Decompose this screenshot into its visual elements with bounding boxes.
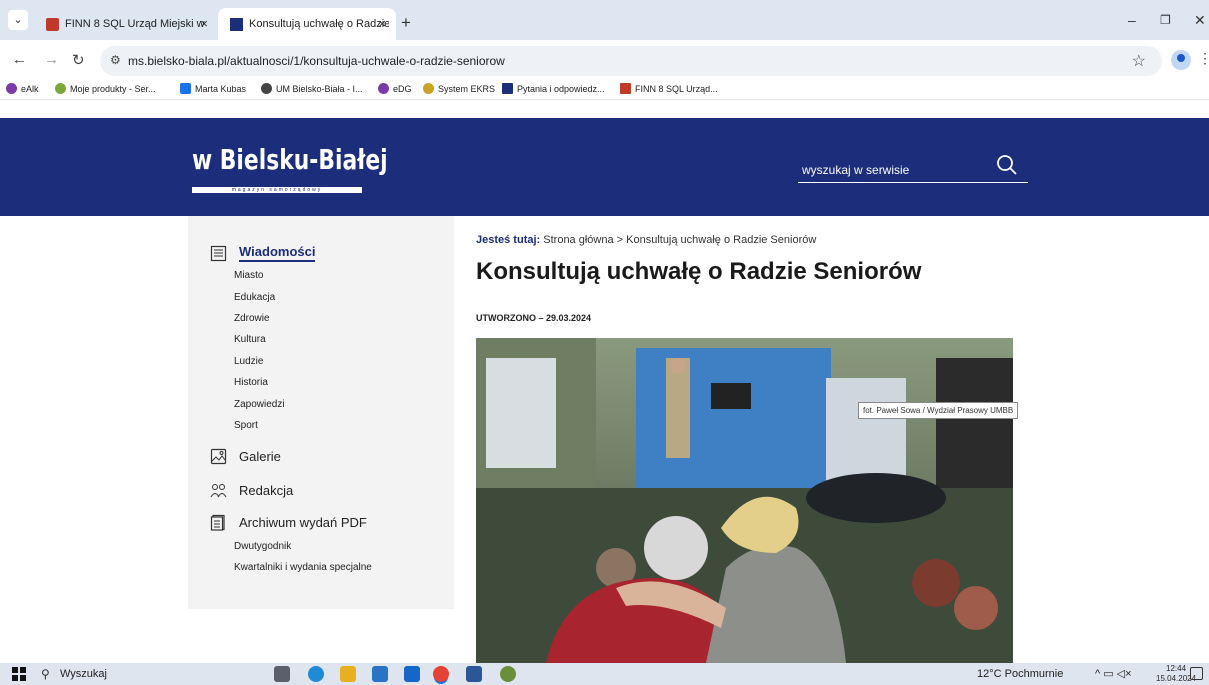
more-menu-icon[interactable]: ⋮	[1198, 50, 1209, 67]
people-icon	[210, 484, 227, 498]
sidebar-item-label: Archiwum wydań PDF	[239, 515, 367, 530]
restore-button[interactable]: ❐	[1160, 13, 1171, 27]
site-logo[interactable]: w Bielsku-Białej	[192, 143, 388, 176]
address-bar-row: ← → ↻ ⚙ ms.bielsko-biala.pl/aktualnosci/…	[0, 40, 1209, 80]
url-omnibox[interactable]: ⚙ ms.bielsko-biala.pl/aktualnosci/1/kons…	[100, 46, 1162, 76]
minimize-button[interactable]: –	[1128, 12, 1136, 28]
sidebar-nav: Wiadomości Miasto Edukacja Zdrowie Kultu…	[188, 216, 454, 609]
newspaper-icon	[210, 245, 227, 261]
browser-tab-article[interactable]: Konsultują uchwałę o Radzie Se ×	[218, 8, 396, 40]
reload-icon[interactable]: ↻	[72, 51, 85, 69]
browser-tab-finn[interactable]: FINN 8 SQL Urząd Miejski w Bie ×	[34, 8, 218, 40]
word-icon[interactable]	[466, 666, 482, 682]
task-view-icon[interactable]	[274, 666, 290, 682]
seniors-hugging-photo	[476, 338, 1013, 663]
globe-icon	[261, 83, 272, 94]
image-gallery-icon	[210, 448, 227, 465]
sidebar-subitem[interactable]: Miasto	[234, 270, 263, 281]
bookmark-favicon-icon	[423, 83, 434, 94]
taskbar-search-input[interactable]: Wyszukaj	[60, 668, 107, 680]
breadcrumb-label: Jesteś tutaj:	[476, 234, 541, 246]
sidebar-item-editorial[interactable]: Redakcja	[210, 482, 293, 499]
bookmark-item[interactable]: Pytania i odpowiedz...	[502, 83, 605, 94]
url-text[interactable]: ms.bielsko-biala.pl/aktualnosci/1/konsul…	[128, 54, 505, 68]
tab-label: Konsultują uchwałę o Radzie Se	[249, 18, 389, 30]
chrome-browser-icon[interactable]	[433, 666, 449, 682]
sidebar-subitem[interactable]: Kultura	[234, 334, 266, 345]
bank-icon	[46, 17, 59, 31]
bookmarks-bar: eAlk Moje produkty - Ser... Marta Kubas …	[0, 80, 1209, 100]
close-icon[interactable]: ×	[200, 16, 208, 31]
windows-start-icon[interactable]	[12, 667, 26, 681]
page-title: Konsultują uchwałę o Radzie Seniorów	[476, 258, 922, 285]
bookmark-item[interactable]: eAlk	[6, 83, 39, 94]
weather-widget[interactable]: 12°C Pochmurnie	[977, 668, 1063, 680]
tab-search-dropdown[interactable]: ⌄	[8, 10, 28, 30]
bookmark-favicon-icon	[180, 83, 191, 94]
pdf-document-icon	[210, 514, 225, 531]
profile-avatar-icon[interactable]	[1171, 50, 1191, 70]
new-tab-button[interactable]: +	[401, 13, 411, 33]
site-favicon-icon	[230, 17, 243, 31]
sidebar-subitem[interactable]: Historia	[234, 377, 268, 388]
store-icon[interactable]	[372, 666, 388, 682]
bookmark-favicon-icon	[502, 83, 513, 94]
site-header: w Bielsku-Białej magazyn samorządowy wys…	[0, 118, 1209, 216]
bookmark-item[interactable]: UM Bielsko-Biała - I...	[261, 83, 363, 94]
created-date: UTWORZONO – 29.03.2024	[476, 313, 592, 323]
bookmark-item[interactable]: eDG	[378, 83, 412, 94]
tab-label: FINN 8 SQL Urząd Miejski w Bie	[65, 18, 205, 30]
window-close-button[interactable]: ✕	[1194, 12, 1206, 29]
bookmark-favicon-icon	[378, 83, 389, 94]
outlook-icon[interactable]	[404, 666, 420, 682]
bookmark-favicon-icon	[55, 83, 66, 94]
forward-arrow-icon[interactable]: →	[44, 51, 59, 68]
app-emblem-icon[interactable]	[500, 666, 516, 682]
bookmark-item[interactable]: Marta Kubas	[180, 83, 246, 94]
search-input[interactable]: wyszukaj w serwisie	[802, 163, 909, 177]
search-icon[interactable]: ⚲	[41, 667, 50, 681]
photo-credit-tooltip: fot. Paweł Sowa / Wydział Prasowy UMBB	[858, 402, 1019, 419]
browser-tab-strip: ⌄ FINN 8 SQL Urząd Miejski w Bie × Konsu…	[0, 0, 1209, 40]
sidebar-item-galleries[interactable]: Galerie	[210, 448, 281, 465]
site-info-icon[interactable]: ⚙	[110, 53, 121, 67]
close-icon[interactable]: ×	[378, 16, 386, 31]
sidebar-subitem[interactable]: Ludzie	[234, 356, 263, 367]
system-tray-icons[interactable]: ^ ▭ ◁×	[1095, 667, 1132, 680]
sidebar-item-label: Redakcja	[239, 483, 294, 498]
sidebar-subitem[interactable]: Sport	[234, 420, 258, 431]
bookmark-favicon-icon	[6, 83, 17, 94]
breadcrumb: Jesteś tutaj: Strona główna > Konsultują…	[476, 234, 816, 246]
sidebar-item-news[interactable]: Wiadomości	[210, 244, 316, 262]
article-photo[interactable]	[476, 338, 1013, 663]
edge-browser-icon[interactable]	[308, 666, 324, 682]
search-underline	[798, 182, 1028, 183]
sidebar-subitem[interactable]: Edukacja	[234, 292, 275, 303]
bookmark-item[interactable]: FINN 8 SQL Urząd...	[620, 83, 718, 94]
sidebar-subitem[interactable]: Kwartalniki i wydania specjalne	[234, 562, 372, 573]
file-explorer-icon[interactable]	[340, 666, 356, 682]
bookmark-star-icon[interactable]: ☆	[1132, 51, 1146, 71]
notification-icon[interactable]	[1190, 667, 1203, 680]
sidebar-item-label: Wiadomości	[239, 244, 316, 262]
bank-icon	[620, 83, 631, 94]
breadcrumb-path[interactable]: Strona główna > Konsultują uchwałę o Rad…	[543, 234, 816, 246]
back-arrow-icon[interactable]: ←	[12, 51, 27, 68]
sidebar-item-label: Galerie	[239, 449, 281, 464]
site-logo-subtitle: magazyn samorządowy	[192, 187, 362, 193]
bookmark-item[interactable]: System EKRS	[423, 83, 495, 94]
sidebar-subitem[interactable]: Dwutygodnik	[234, 541, 291, 552]
sidebar-subitem[interactable]: Zdrowie	[234, 313, 270, 324]
search-icon[interactable]	[996, 154, 1018, 176]
sidebar-subitem[interactable]: Zapowiedzi	[234, 399, 285, 410]
windows-taskbar: ⚲ Wyszukaj 12°C Pochmurnie ^ ▭ ◁× 12:44 …	[0, 663, 1209, 685]
bookmark-item[interactable]: Moje produkty - Ser...	[55, 83, 156, 94]
sidebar-item-archive[interactable]: Archiwum wydań PDF	[210, 514, 367, 531]
